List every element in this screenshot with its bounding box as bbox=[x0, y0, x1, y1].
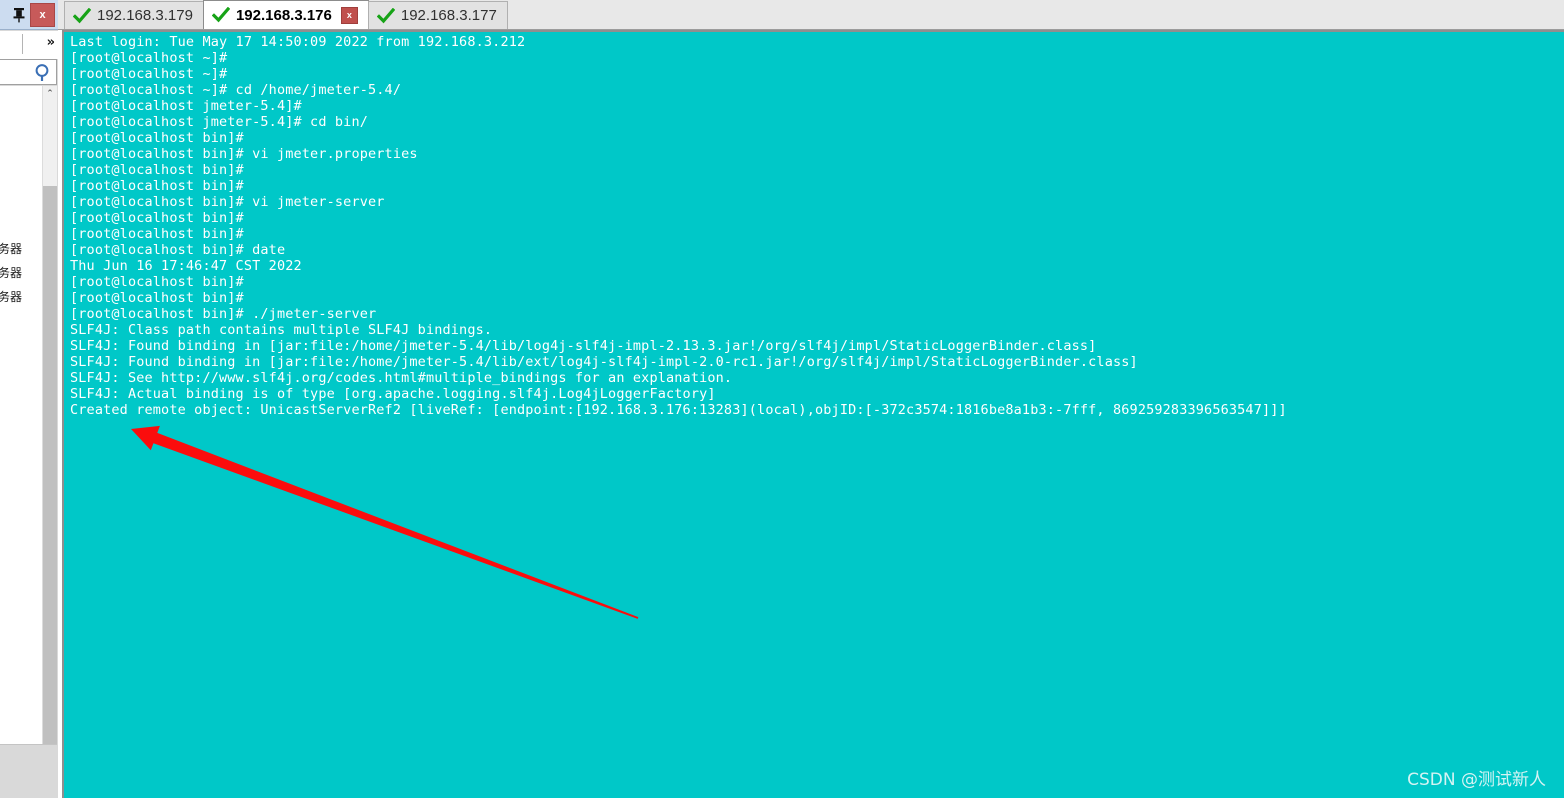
terminal-line: [root@localhost ~]# cd /home/jmeter-5.4/ bbox=[70, 82, 402, 98]
terminal-line: SLF4J: See http://www.slf4j.org/codes.ht… bbox=[70, 370, 733, 386]
tab-close-button[interactable]: x bbox=[340, 6, 358, 24]
terminal-line: [root@localhost jmeter-5.4]# bbox=[70, 98, 302, 114]
terminal-line: [root@localhost bin]# vi jmeter-server bbox=[70, 194, 385, 210]
terminal-line: [root@localhost bin]# bbox=[70, 130, 244, 146]
terminal-line: Thu Jun 16 17:46:47 CST 2022 bbox=[70, 258, 302, 274]
dock-scrollbar[interactable]: ⌃ bbox=[42, 86, 57, 746]
tab-label: 192.168.3.179 bbox=[97, 7, 193, 24]
watermark-text: CSDN @测试新人 bbox=[1407, 770, 1546, 790]
dock-divider bbox=[22, 34, 23, 54]
dock-subbar: » bbox=[0, 31, 58, 59]
list-item[interactable]: 服务器 bbox=[0, 290, 42, 304]
search-input[interactable] bbox=[0, 59, 57, 85]
check-icon bbox=[73, 7, 91, 23]
left-dock-panel: x » 服务器 服务器 服务器 ⌃ bbox=[0, 0, 58, 798]
pin-icon[interactable] bbox=[8, 4, 30, 26]
terminal-line: [root@localhost jmeter-5.4]# cd bin/ bbox=[70, 114, 368, 130]
list-item[interactable]: 服务器 bbox=[0, 266, 42, 280]
search-icon bbox=[35, 64, 49, 81]
dock-footer bbox=[0, 744, 57, 798]
terminal-line: [root@localhost bin]# bbox=[70, 162, 244, 178]
terminal-line: [root@localhost ~]# bbox=[70, 50, 228, 66]
terminal-line: [root@localhost bin]# bbox=[70, 178, 244, 194]
terminal-line: SLF4J: Found binding in [jar:file:/home/… bbox=[70, 354, 1138, 370]
terminal-output: Last login: Tue May 17 14:50:09 2022 fro… bbox=[70, 34, 1564, 798]
check-icon bbox=[211, 7, 230, 23]
dock-titlebar: x bbox=[0, 0, 58, 30]
terminal-line: Created remote object: UnicastServerRef2… bbox=[70, 402, 1287, 418]
tab-label: 192.168.3.176 bbox=[235, 6, 332, 24]
dock-close-button[interactable]: x bbox=[30, 3, 55, 27]
check-icon bbox=[376, 7, 395, 23]
server-tree-list[interactable]: 服务器 服务器 服务器 bbox=[0, 86, 42, 744]
terminal-line: SLF4J: Class path contains multiple SLF4… bbox=[70, 322, 493, 338]
terminal-line: SLF4J: Actual binding is of type [org.ap… bbox=[70, 386, 716, 402]
terminal-line: [root@localhost bin]# bbox=[70, 226, 244, 242]
terminal-line: [root@localhost bin]# vi jmeter.properti… bbox=[70, 146, 418, 162]
tab-label: 192.168.3.177 bbox=[400, 7, 497, 24]
remote-terminal-window: x » 服务器 服务器 服务器 ⌃ 192.16 bbox=[0, 0, 1564, 798]
chevron-right-double-icon[interactable]: » bbox=[47, 35, 55, 50]
list-item[interactable]: 服务器 bbox=[0, 242, 42, 256]
terminal-line: Last login: Tue May 17 14:50:09 2022 fro… bbox=[70, 34, 526, 50]
scroll-up-icon[interactable]: ⌃ bbox=[43, 86, 57, 102]
tab-192-168-3-177[interactable]: 192.168.3.177 bbox=[367, 1, 508, 29]
terminal-line: [root@localhost ~]# bbox=[70, 66, 228, 82]
terminal-line: [root@localhost bin]# ./jmeter-server bbox=[70, 306, 377, 322]
tab-192-168-3-176[interactable]: 192.168.3.176 x bbox=[202, 0, 369, 29]
terminal-line: [root@localhost bin]# date bbox=[70, 242, 286, 258]
tab-192-168-3-179[interactable]: 192.168.3.179 bbox=[64, 1, 204, 29]
terminal-line: [root@localhost bin]# bbox=[70, 210, 244, 226]
terminal-line: [root@localhost bin]# bbox=[70, 290, 244, 306]
terminal-line: [root@localhost bin]# bbox=[70, 274, 244, 290]
terminal-line: SLF4J: Found binding in [jar:file:/home/… bbox=[70, 338, 1097, 354]
terminal-panel[interactable]: Last login: Tue May 17 14:50:09 2022 fro… bbox=[62, 30, 1564, 798]
pin-glyph bbox=[13, 8, 25, 23]
scrollbar-thumb[interactable] bbox=[43, 186, 57, 746]
session-tab-bar: 192.168.3.179 192.168.3.176 x 192.168.3.… bbox=[58, 0, 1564, 30]
